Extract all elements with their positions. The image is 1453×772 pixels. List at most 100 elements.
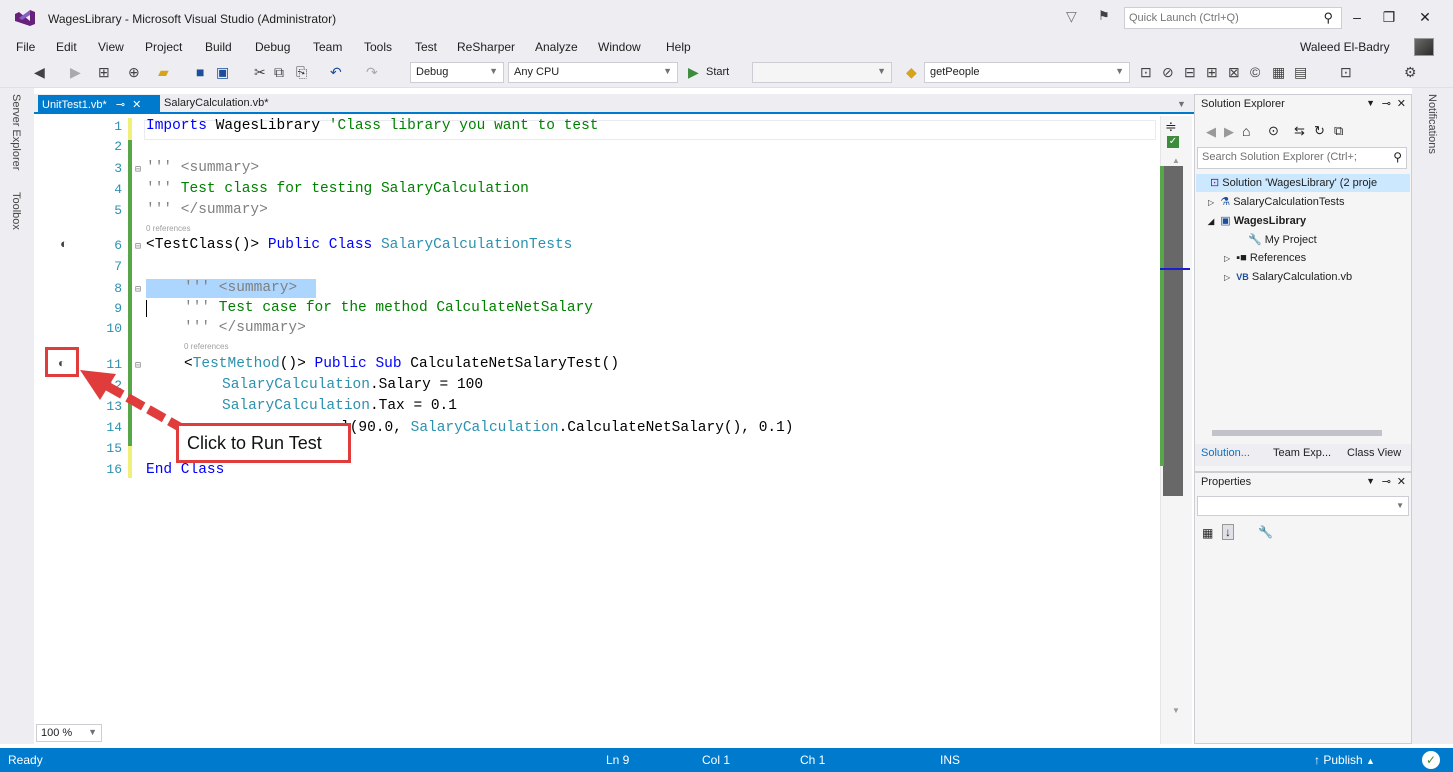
toolbar-tool-icon[interactable]: ⊘ xyxy=(1162,64,1174,81)
code-line-3[interactable]: ''' <summary> xyxy=(146,160,259,176)
toolbar-tool-icon[interactable]: © xyxy=(1250,64,1260,80)
tab-unittest1[interactable]: UnitTest1.vb* ⊸ ✕ xyxy=(38,95,160,114)
categorized-icon[interactable]: ▦ xyxy=(1202,526,1213,540)
menu-tools[interactable]: Tools xyxy=(364,40,392,54)
code-line-16[interactable]: End Class xyxy=(146,462,224,478)
menu-test[interactable]: Test xyxy=(415,40,437,54)
publish-button[interactable]: ↑ Publish ▲ xyxy=(1314,753,1375,767)
close-icon[interactable]: ✕ xyxy=(132,99,141,111)
pin-icon[interactable]: ⊸ xyxy=(1382,97,1391,110)
close-icon[interactable]: ✕ xyxy=(1397,475,1406,488)
code-line-5[interactable]: ''' </summary> xyxy=(146,202,268,218)
checkmark-icon[interactable]: ✓ xyxy=(1422,751,1440,769)
server-explorer-tab[interactable]: Server Explorer xyxy=(10,94,22,170)
expand-icon[interactable]: ▷ xyxy=(1224,273,1230,282)
restore-button[interactable]: ❐ xyxy=(1378,9,1400,26)
code-line-8[interactable]: ''' <summary> xyxy=(184,280,297,296)
code-line-6[interactable]: <TestClass()> Public Class SalaryCalcula… xyxy=(146,237,572,253)
menu-view[interactable]: View xyxy=(98,40,124,54)
tab-list-chevron-down-icon[interactable]: ▼ xyxy=(1177,99,1186,109)
code-line-12[interactable]: SalaryCalculation.Salary = 100 xyxy=(222,377,483,393)
expand-icon[interactable]: ▷ xyxy=(1208,198,1214,207)
code-line-11[interactable]: <TestMethod()> Public Sub CalculateNetSa… xyxy=(184,356,619,372)
pending-changes-icon[interactable]: ⊙ xyxy=(1268,123,1279,139)
paste-icon[interactable]: ⎘ xyxy=(296,64,307,81)
toolbar-tool-icon[interactable]: ⊡ xyxy=(1340,64,1352,81)
tree-item-salarycalculationtests[interactable]: ▷ ⚗ SalaryCalculationTests xyxy=(1208,195,1345,208)
menu-build[interactable]: Build xyxy=(205,40,232,54)
add-item-icon[interactable]: ⊕ xyxy=(128,64,140,81)
toolbar-tool-icon[interactable]: ⚙ xyxy=(1404,64,1417,81)
tab-solution-explorer[interactable]: Solution... xyxy=(1201,447,1250,459)
save-all-icon[interactable]: ▣ xyxy=(216,64,229,81)
toolbar-tool-icon[interactable]: ⊠ xyxy=(1228,64,1240,81)
home-icon[interactable]: ⌂ xyxy=(1242,123,1250,139)
code-line-14[interactable]: l(90.0, SalaryCalculation.CalculateNetSa… xyxy=(341,420,794,436)
quick-launch-box[interactable]: ⚲ xyxy=(1124,7,1342,29)
properties-object-select[interactable]: ▼ xyxy=(1197,496,1409,516)
solution-explorer-horizontal-scrollbar[interactable] xyxy=(1198,428,1404,438)
codelens-references[interactable]: 0 references xyxy=(146,224,190,233)
property-pages-icon[interactable]: 🔧 xyxy=(1258,525,1273,539)
menu-analyze[interactable]: Analyze xyxy=(535,40,578,54)
run-all-tests-icon[interactable]: ◐ xyxy=(60,236,68,251)
expand-icon[interactable]: ▷ xyxy=(1224,254,1230,263)
filter-icon[interactable]: ▽ xyxy=(1066,8,1077,25)
forward-icon[interactable]: ▶ xyxy=(70,64,81,81)
tab-team-explorer[interactable]: Team Exp... xyxy=(1273,447,1331,459)
solution-explorer-search[interactable]: Search Solution Explorer (Ctrl+; ⚲ xyxy=(1197,147,1407,169)
open-file-icon[interactable]: ▰ xyxy=(158,64,169,81)
zoom-select[interactable]: 100 % ▼ xyxy=(36,724,102,742)
menu-file[interactable]: File xyxy=(16,40,35,54)
debug-target-select[interactable]: ▼ xyxy=(752,62,892,83)
close-window-button[interactable]: ✕ xyxy=(1414,9,1436,26)
forward-icon[interactable]: ▶ xyxy=(1224,124,1234,140)
scrollbar-thumb[interactable] xyxy=(1212,430,1382,436)
tree-item-solution[interactable]: ⊡ Solution 'WagesLibrary' (2 proje xyxy=(1210,176,1377,189)
copy-icon[interactable]: ⧉ xyxy=(274,64,284,81)
menu-window[interactable]: Window xyxy=(598,40,641,54)
start-play-icon[interactable]: ▶ xyxy=(688,64,699,81)
tab-salarycalculation[interactable]: SalaryCalculation.vb* xyxy=(164,97,269,109)
collapse-region-icon[interactable]: ⊟ xyxy=(135,284,141,296)
code-line-9[interactable]: ''' Test case for the method CalculateNe… xyxy=(184,300,593,316)
pin-icon[interactable]: ⊸ xyxy=(1382,475,1391,488)
cut-icon[interactable]: ✂ xyxy=(254,64,266,81)
menu-team[interactable]: Team xyxy=(313,40,342,54)
undo-icon[interactable]: ↶ xyxy=(330,64,342,81)
pin-icon[interactable]: ⊸ xyxy=(116,99,125,111)
save-icon[interactable]: ■ xyxy=(196,64,204,80)
code-line-1[interactable]: Imports WagesLibrary 'Class library you … xyxy=(146,118,599,134)
tree-item-salarycalculation-vb[interactable]: ▷ VB SalaryCalculation.vb xyxy=(1224,271,1352,283)
solution-configuration-select[interactable]: Debug ▼ xyxy=(410,62,504,83)
scrollbar-thumb[interactable] xyxy=(1163,166,1183,496)
minimize-button[interactable]: – xyxy=(1346,9,1368,25)
start-button-label[interactable]: Start xyxy=(706,66,729,78)
scroll-down-icon[interactable]: ▼ xyxy=(1172,706,1180,715)
feedback-icon[interactable]: ⚑ xyxy=(1098,8,1110,24)
codelens-references[interactable]: 0 references xyxy=(184,342,228,351)
notifications-tab[interactable]: Notifications xyxy=(1426,94,1438,154)
alphabetical-icon[interactable]: ↓ xyxy=(1222,524,1234,540)
menu-debug[interactable]: Debug xyxy=(255,40,290,54)
back-icon[interactable]: ◀ xyxy=(1206,124,1216,140)
collapse-region-icon[interactable]: ⊟ xyxy=(135,241,141,253)
new-project-icon[interactable]: ⊞ xyxy=(98,64,110,81)
tab-class-view[interactable]: Class View xyxy=(1347,447,1401,459)
quick-launch-input[interactable] xyxy=(1125,8,1305,28)
toolbar-tool-icon[interactable]: ▤ xyxy=(1294,64,1307,81)
member-navigation-select[interactable]: getPeople ▼ xyxy=(924,62,1130,83)
redo-icon[interactable]: ↷ xyxy=(366,64,378,81)
toolbar-tool-icon[interactable]: ⊞ xyxy=(1206,64,1218,81)
code-line-10[interactable]: ''' </summary> xyxy=(184,320,306,336)
refresh-icon[interactable]: ↻ xyxy=(1314,123,1325,139)
menu-project[interactable]: Project xyxy=(145,40,182,54)
toolbox-tab[interactable]: Toolbox xyxy=(10,192,22,230)
sync-icon[interactable]: ⇆ xyxy=(1294,123,1305,139)
menu-resharper[interactable]: ReSharper xyxy=(457,40,515,54)
search-icon[interactable]: ⚲ xyxy=(1323,10,1333,26)
collapse-icon[interactable]: ◢ xyxy=(1208,217,1214,226)
scroll-up-icon[interactable]: ▲ xyxy=(1172,156,1180,165)
solution-platform-select[interactable]: Any CPU ▼ xyxy=(508,62,678,83)
user-account-name[interactable]: Waleed El-Badry xyxy=(1300,40,1390,54)
